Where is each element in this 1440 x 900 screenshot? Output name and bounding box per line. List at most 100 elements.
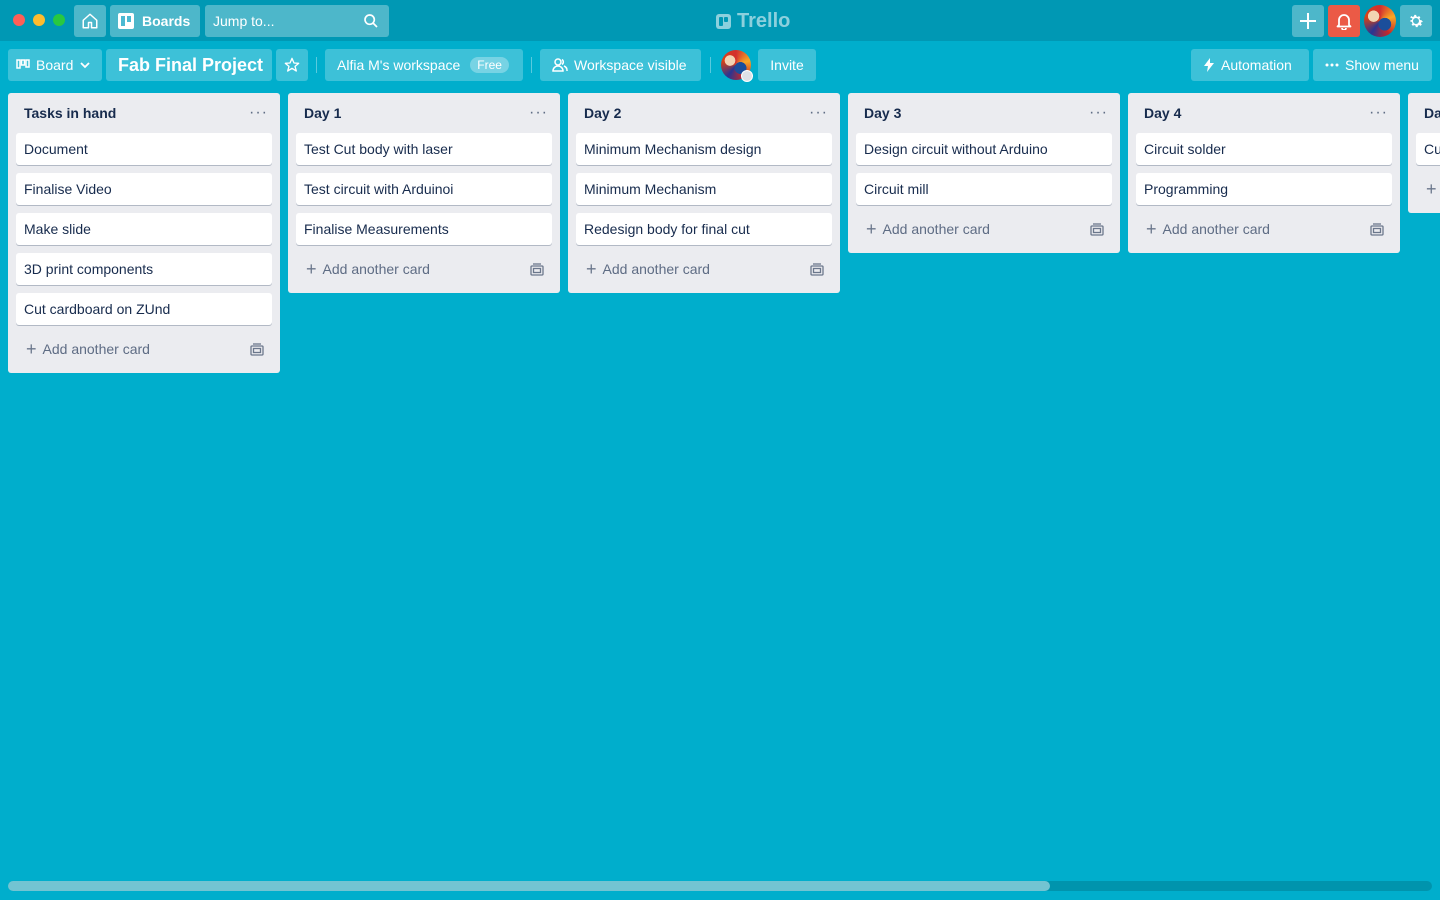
list-header: Day 1 ···	[296, 93, 552, 133]
automation-button[interactable]: Automation	[1191, 49, 1309, 81]
add-card-button[interactable]: + Add another card	[306, 260, 430, 278]
list-actions-ellipsis-icon[interactable]: ···	[249, 104, 268, 122]
header-divider	[710, 57, 711, 73]
list-partially-visible[interactable]: Da Cu +	[1408, 93, 1440, 213]
add-card-row: +	[1416, 173, 1440, 205]
card-template-icon[interactable]	[810, 262, 824, 276]
add-card-button[interactable]: + Add another card	[26, 340, 150, 358]
card[interactable]: Cut cardboard on ZUnd	[16, 293, 272, 325]
plus-icon: +	[866, 219, 877, 239]
star-board-button[interactable]	[276, 49, 308, 81]
add-card-row: + Add another card	[296, 253, 552, 285]
list-title[interactable]: Day 2	[584, 105, 621, 121]
list-header: Day 3 ···	[856, 93, 1112, 133]
workspace-label: Alfia M's workspace	[337, 57, 461, 73]
boards-button[interactable]: Boards	[110, 5, 200, 37]
chevron-down-icon	[80, 62, 90, 69]
add-card-label: Add another card	[322, 261, 430, 277]
card[interactable]: Make slide	[16, 213, 272, 245]
user-avatar[interactable]	[1364, 5, 1396, 37]
window-close-button[interactable]	[13, 14, 25, 26]
list-day-4[interactable]: Day 4 ··· Circuit solder Programming + A…	[1128, 93, 1400, 253]
card[interactable]: 3D print components	[16, 253, 272, 285]
card[interactable]: Minimum Mechanism	[576, 173, 832, 205]
card[interactable]: Design circuit without Arduino	[856, 133, 1112, 165]
invite-button[interactable]: Invite	[758, 49, 816, 81]
card[interactable]: Test circuit with Arduinoi	[296, 173, 552, 205]
card-template-icon[interactable]	[1090, 222, 1104, 236]
search-placeholder: Jump to...	[213, 13, 275, 29]
add-card-row: + Add another card	[16, 333, 272, 365]
list-title[interactable]: Day 1	[304, 105, 341, 121]
trello-logo[interactable]: Trello	[716, 9, 790, 33]
add-card-row: + Add another card	[856, 213, 1112, 245]
plus-icon: +	[1426, 179, 1437, 199]
list-title[interactable]: Day 3	[864, 105, 901, 121]
list-title[interactable]: Da	[1424, 105, 1440, 121]
add-card-button[interactable]: +	[1426, 180, 1437, 198]
show-menu-button[interactable]: Show menu	[1313, 49, 1432, 81]
card[interactable]: Cu	[1416, 133, 1440, 165]
list-title[interactable]: Day 4	[1144, 105, 1181, 121]
gear-icon	[1410, 14, 1424, 28]
visibility-button[interactable]: Workspace visible	[540, 49, 701, 81]
list-header: Tasks in hand ···	[16, 93, 272, 133]
list-header: Day 2 ···	[576, 93, 832, 133]
card[interactable]: Document	[16, 133, 272, 165]
plus-icon	[1300, 13, 1316, 29]
card[interactable]: Redesign body for final cut	[576, 213, 832, 245]
lightning-icon	[1204, 58, 1214, 72]
header-divider	[531, 57, 532, 73]
scrollbar-thumb[interactable]	[8, 881, 1050, 891]
workspace-button[interactable]: Alfia M's workspace Free	[325, 49, 523, 81]
card[interactable]: Circuit solder	[1136, 133, 1392, 165]
board-view-icon	[16, 59, 30, 69]
board-horizontal-scrollbar[interactable]	[8, 881, 1432, 891]
add-card-button[interactable]: + Add another card	[586, 260, 710, 278]
list-day-3[interactable]: Day 3 ··· Design circuit without Arduino…	[848, 93, 1120, 253]
bell-icon	[1336, 14, 1352, 30]
window-minimize-button[interactable]	[33, 14, 45, 26]
create-button[interactable]	[1292, 5, 1324, 37]
list-actions-ellipsis-icon[interactable]: ···	[1369, 104, 1388, 122]
list-actions-ellipsis-icon[interactable]: ···	[529, 104, 548, 122]
home-button[interactable]	[74, 5, 106, 37]
list-actions-ellipsis-icon[interactable]: ···	[1089, 104, 1108, 122]
card[interactable]: Test Cut body with laser	[296, 133, 552, 165]
list-day-1[interactable]: Day 1 ··· Test Cut body with laser Test …	[288, 93, 560, 293]
automation-label: Automation	[1221, 57, 1292, 73]
add-card-button[interactable]: + Add another card	[866, 220, 990, 238]
list-tasks-in-hand[interactable]: Tasks in hand ··· Document Finalise Vide…	[8, 93, 280, 373]
top-navigation-bar: Boards Jump to... Trello	[0, 0, 1440, 41]
people-icon	[552, 58, 568, 72]
card[interactable]: Circuit mill	[856, 173, 1112, 205]
card[interactable]: Programming	[1136, 173, 1392, 205]
board-member-avatar[interactable]	[721, 50, 753, 82]
ellipsis-icon	[1325, 63, 1339, 67]
jump-to-search-input[interactable]: Jump to...	[205, 5, 389, 37]
plus-icon: +	[1146, 219, 1157, 239]
notifications-button[interactable]	[1328, 5, 1360, 37]
list-title[interactable]: Tasks in hand	[24, 105, 116, 121]
card-template-icon[interactable]	[530, 262, 544, 276]
board-title[interactable]: Fab Final Project	[106, 49, 272, 81]
card-template-icon[interactable]	[250, 342, 264, 356]
search-icon	[364, 14, 378, 28]
card-template-icon[interactable]	[1370, 222, 1384, 236]
add-card-button[interactable]: + Add another card	[1146, 220, 1270, 238]
trello-logo-icon	[716, 13, 731, 29]
board-view-switcher[interactable]: Board	[8, 49, 102, 81]
star-icon	[284, 57, 300, 72]
add-card-label: Add another card	[602, 261, 710, 277]
list-day-2[interactable]: Day 2 ··· Minimum Mechanism design Minim…	[568, 93, 840, 293]
card[interactable]: Finalise Measurements	[296, 213, 552, 245]
plus-icon: +	[586, 259, 597, 279]
add-card-label: Add another card	[882, 221, 990, 237]
board-view-label: Board	[36, 57, 74, 73]
show-menu-label: Show menu	[1345, 57, 1419, 73]
card[interactable]: Finalise Video	[16, 173, 272, 205]
settings-button[interactable]	[1400, 5, 1432, 37]
list-actions-ellipsis-icon[interactable]: ···	[809, 104, 828, 122]
card[interactable]: Minimum Mechanism design	[576, 133, 832, 165]
window-maximize-button[interactable]	[53, 14, 65, 26]
